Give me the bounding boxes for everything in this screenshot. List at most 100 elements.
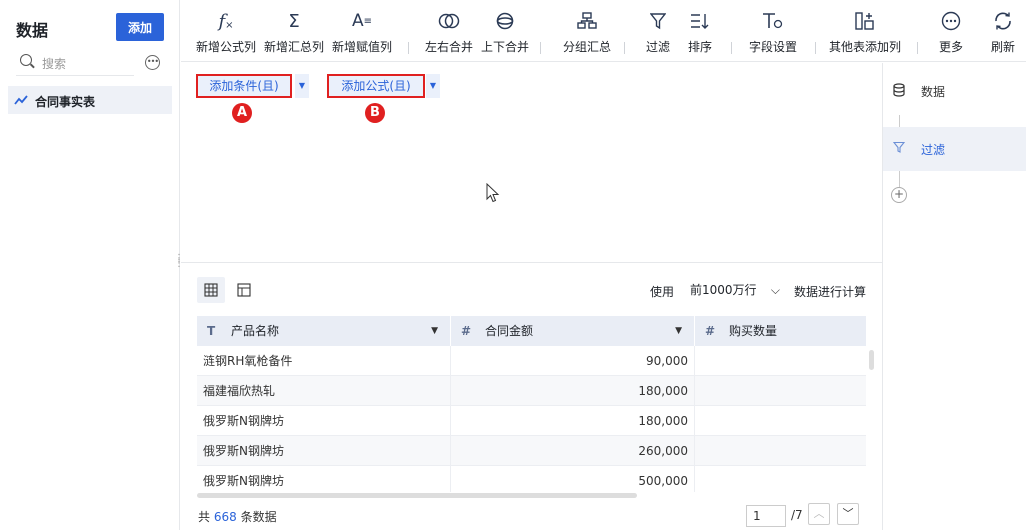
step-data[interactable]: 数据	[883, 69, 1026, 113]
database-icon	[893, 83, 905, 97]
filter-icon	[893, 141, 905, 153]
add-summary-column-button[interactable]: Σ 新增汇总列	[263, 6, 325, 55]
toolbar-label: 过滤	[645, 40, 670, 54]
total-count-value: 668	[213, 510, 237, 524]
add-step-icon[interactable]: +	[891, 187, 907, 203]
table-row[interactable]: 俄罗斯N钢牌坊 180,000	[197, 406, 866, 436]
table-row[interactable]: 福建福欣热轧 180,000	[197, 376, 866, 406]
add-button[interactable]: 添加	[116, 13, 164, 41]
table-row[interactable]: 俄罗斯N钢牌坊 500,000	[197, 466, 866, 492]
chevron-down-icon: ⌵	[770, 283, 780, 297]
number-type-icon: #	[705, 324, 716, 338]
refresh-button[interactable]: 刷新	[985, 6, 1021, 55]
field-settings-button[interactable]: 字段设置	[745, 6, 801, 55]
add-formula-column-button[interactable]: f × 新增公式列	[195, 6, 257, 55]
add-condition-dropdown[interactable]: ▼	[295, 74, 309, 98]
search-input[interactable]: 搜索	[16, 52, 134, 76]
toolbar-label: 新增汇总列	[263, 40, 324, 54]
marker-b: B	[365, 103, 385, 123]
total-count: 共 668 条数据	[198, 508, 277, 525]
grid-header: T 产品名称 ▼ # 合同金额 ▼ # 购买数量	[197, 316, 866, 346]
sort-button[interactable]: 排序	[683, 6, 717, 55]
layout-icon	[237, 283, 251, 297]
line-chart-icon	[14, 95, 28, 105]
previous-page-button[interactable]: ︿	[808, 503, 830, 525]
toolbar-divider	[408, 42, 409, 54]
merge-horizontal-button[interactable]: 左右合并	[423, 6, 475, 55]
grid-view-tab[interactable]	[197, 277, 225, 303]
horizontal-scrollbar[interactable]	[197, 493, 637, 498]
merge-vertical-button[interactable]: 上下合并	[479, 6, 531, 55]
step-filter[interactable]: 过滤	[883, 127, 1026, 171]
toolbar-divider	[540, 42, 541, 54]
more-button[interactable]: 更多	[933, 6, 969, 55]
marker-a: A	[232, 103, 252, 123]
add-assign-column-button[interactable]: A ≡ 新增赋值列	[331, 6, 393, 55]
sidebar-title: 数据	[16, 21, 49, 40]
table-cell: 俄罗斯N钢牌坊	[197, 466, 451, 492]
add-condition-button[interactable]: 添加条件(且)	[196, 74, 292, 98]
column-header[interactable]: # 购买数量	[695, 316, 866, 346]
mouse-cursor-icon	[486, 183, 500, 203]
add-column-from-other-table-button[interactable]: 其他表添加列	[827, 6, 903, 55]
step-label: 数据	[921, 85, 946, 99]
page-total: /7	[791, 508, 803, 522]
table-cell: 180,000	[451, 376, 695, 406]
toolbar-divider	[815, 42, 816, 54]
next-page-button[interactable]: ﹀	[837, 503, 859, 525]
toolbar-divider	[731, 42, 732, 54]
sort-dropdown-icon[interactable]: ▼	[675, 316, 682, 346]
column-header[interactable]: # 合同金额 ▼	[451, 316, 695, 346]
table-row[interactable]: 涟钢RH氧枪备件 90,000	[197, 346, 866, 376]
vertical-scrollbar[interactable]	[869, 350, 874, 370]
table-cell: 500,000	[451, 466, 695, 492]
filter-condition-area: 添加条件(且) ▼ A 添加公式(且) ▼ B	[181, 63, 882, 263]
refresh-icon	[985, 6, 1021, 36]
table-cell: 俄罗斯N钢牌坊	[197, 406, 451, 436]
sort-dropdown-icon[interactable]: ▼	[431, 316, 438, 346]
search-placeholder: 搜索	[42, 57, 67, 71]
toolbar-label: 字段设置	[748, 40, 797, 54]
steps-panel: 数据 过滤 +	[882, 63, 1026, 530]
group-summary-button[interactable]: 分组汇总	[561, 6, 613, 55]
merge-horizontal-icon	[423, 6, 475, 36]
total-prefix: 共	[198, 510, 211, 524]
toolbar-label: 左右合并	[424, 40, 473, 54]
sigma-icon: Σ	[288, 10, 300, 32]
table-cell	[695, 436, 866, 466]
more-options-icon[interactable]: •••	[145, 55, 160, 70]
use-label: 使用	[650, 285, 675, 299]
column-header[interactable]: T 产品名称 ▼	[197, 316, 451, 346]
calc-label: 数据进行计算	[794, 285, 867, 299]
add-formula-button[interactable]: 添加公式(且)	[327, 74, 425, 98]
sidebar-item-contract-table[interactable]: 合同事实表	[8, 86, 172, 114]
step-connector	[899, 171, 900, 187]
toolbar-label: 更多	[938, 40, 963, 54]
step-label: 过滤	[921, 143, 946, 157]
add-column-icon	[827, 6, 903, 36]
rows-limit-select[interactable]: 前1000万行 ⌵	[686, 278, 784, 302]
total-suffix: 条数据	[240, 510, 277, 524]
grid-icon	[204, 283, 218, 297]
more-icon	[933, 6, 969, 36]
table-cell: 180,000	[451, 406, 695, 436]
search-icon	[20, 54, 32, 66]
layout-view-tab[interactable]	[230, 277, 258, 303]
add-formula-dropdown[interactable]: ▼	[426, 74, 440, 98]
formula-icon: f ×	[218, 10, 234, 32]
sort-icon	[683, 6, 717, 36]
filter-icon	[641, 6, 675, 36]
table-row[interactable]: 俄罗斯N钢牌坊 260,000	[197, 436, 866, 466]
toolbar-label: 刷新	[990, 40, 1015, 54]
sidebar: 数据 添加 搜索 ••• 合同事实表	[0, 0, 180, 530]
table-cell: 260,000	[451, 436, 695, 466]
page-input[interactable]: 1	[746, 505, 786, 527]
table-cell: 福建福欣热轧	[197, 376, 451, 406]
table-cell	[695, 406, 866, 436]
table-cell: 涟钢RH氧枪备件	[197, 346, 451, 376]
column-name: 合同金额	[485, 324, 534, 338]
filter-button[interactable]: 过滤	[641, 6, 675, 55]
toolbar-label: 其他表添加列	[828, 40, 901, 54]
toolbar-label: 分组汇总	[562, 40, 611, 54]
assign-icon: A ≡	[351, 11, 373, 31]
